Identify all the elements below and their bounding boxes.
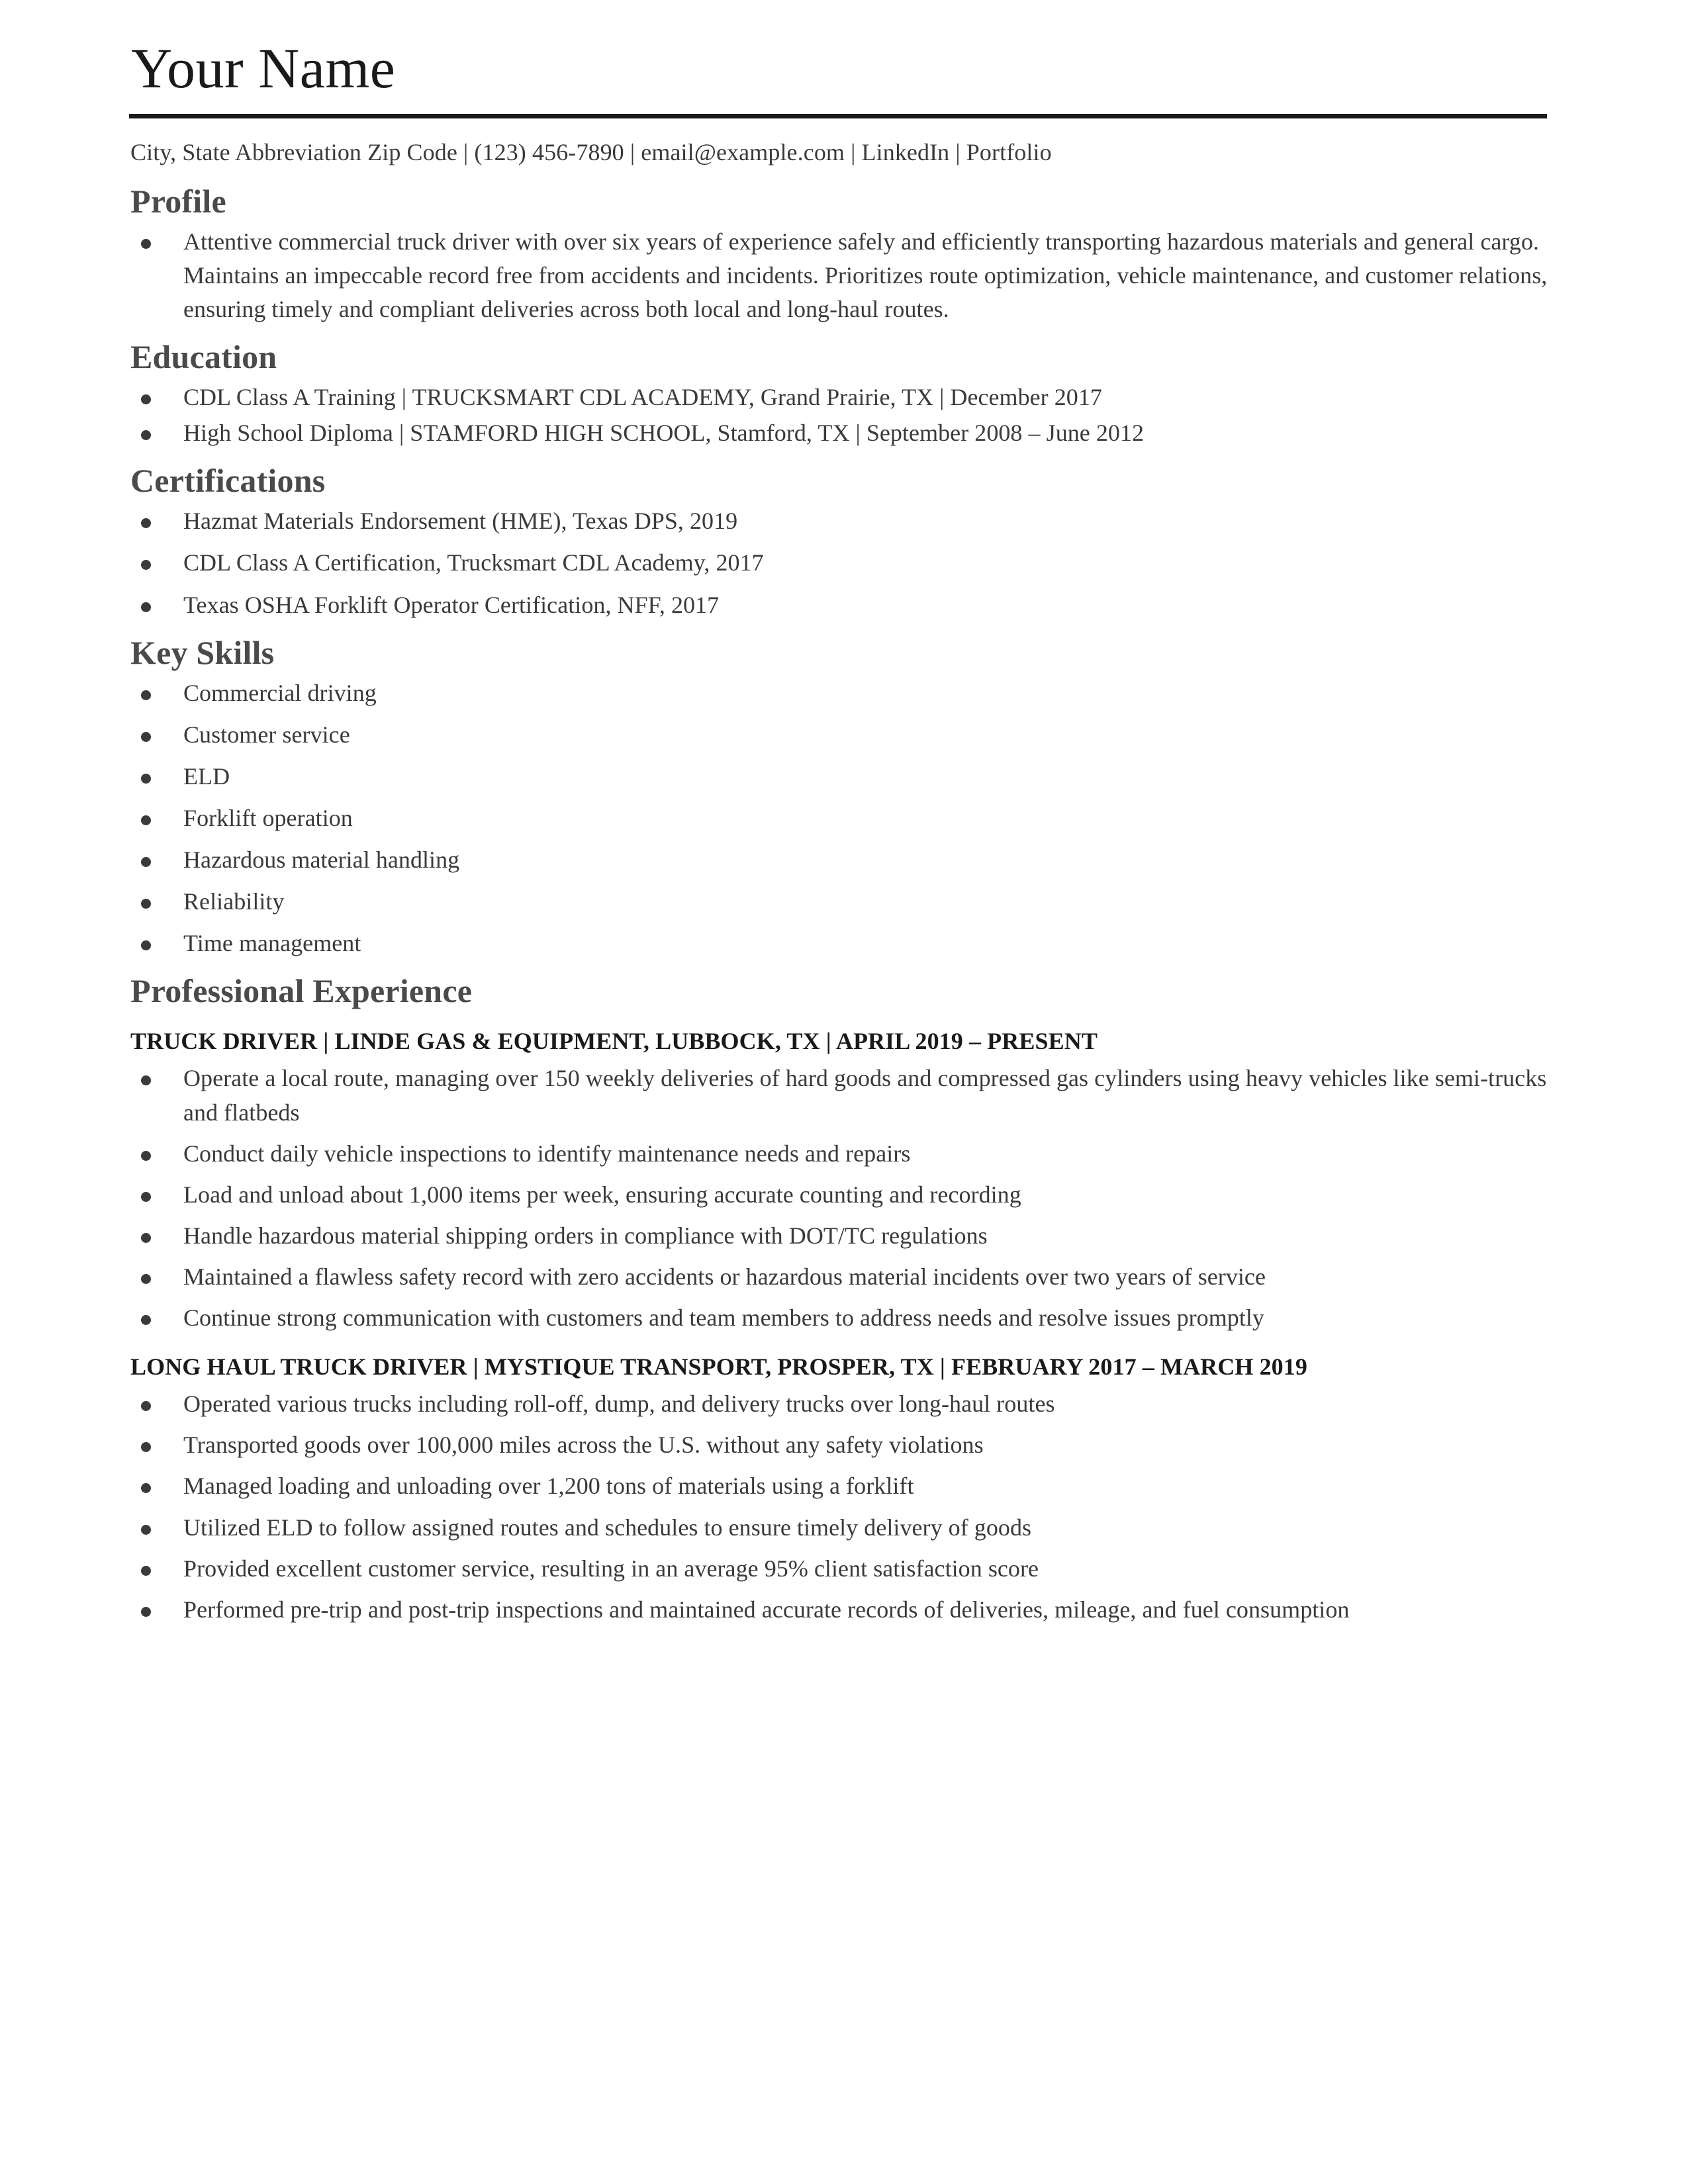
- list-item: Customer service: [129, 718, 1549, 752]
- job-heading: LONG HAUL TRUCK DRIVER | MYSTIQUE TRANSP…: [130, 1353, 1307, 1381]
- list-item: Attentive commercial truck driver with o…: [129, 225, 1549, 326]
- list-item: Managed loading and unloading over 1,200…: [129, 1469, 1549, 1503]
- job-bullets: Operated various trucks including roll-o…: [129, 1387, 1549, 1627]
- list-item: Time management: [129, 927, 1549, 960]
- list-item: Load and unload about 1,000 items per we…: [129, 1178, 1549, 1212]
- experience-entry: TRUCK DRIVER | LINDE GAS & EQUIPMENT, LU…: [129, 1026, 1549, 1335]
- list-item: Hazardous material handling: [129, 843, 1549, 877]
- list-item: Texas OSHA Forklift Operator Certificati…: [129, 588, 1549, 622]
- page-title: Your Name: [131, 36, 396, 100]
- list-item: Provided excellent customer service, res…: [129, 1552, 1549, 1586]
- resume-document: Your Name City, State Abbreviation Zip C…: [0, 0, 1688, 2184]
- section-heading-education: Education: [130, 338, 277, 376]
- list-item: Continue strong communication with custo…: [129, 1301, 1549, 1335]
- list-item: ELD: [129, 760, 1549, 794]
- header-divider: [129, 114, 1547, 118]
- experience-entry: LONG HAUL TRUCK DRIVER | MYSTIQUE TRANSP…: [129, 1352, 1549, 1627]
- list-item: Utilized ELD to follow assigned routes a…: [129, 1511, 1549, 1545]
- certifications-list: Hazmat Materials Endorsement (HME), Texa…: [129, 504, 1549, 621]
- list-item: Operate a local route, managing over 150…: [129, 1062, 1549, 1129]
- list-item: Performed pre-trip and post-trip inspect…: [129, 1593, 1549, 1627]
- list-item: High School Diploma | STAMFORD HIGH SCHO…: [129, 416, 1549, 450]
- job-bullets: Operate a local route, managing over 150…: [129, 1062, 1549, 1335]
- list-item: Transported goods over 100,000 miles acr…: [129, 1428, 1549, 1462]
- list-item: Reliability: [129, 885, 1549, 919]
- section-heading-key-skills: Key Skills: [130, 633, 275, 671]
- key-skills-list: Commercial driving Customer service ELD …: [129, 676, 1549, 961]
- section-heading-professional-experience: Professional Experience: [130, 972, 473, 1010]
- list-item: CDL Class A Certification, Trucksmart CD…: [129, 546, 1549, 580]
- profile-list: Attentive commercial truck driver with o…: [129, 225, 1549, 326]
- list-item: CDL Class A Training | TRUCKSMART CDL AC…: [129, 381, 1549, 414]
- job-heading: TRUCK DRIVER | LINDE GAS & EQUIPMENT, LU…: [130, 1028, 1098, 1055]
- list-item: Handle hazardous material shipping order…: [129, 1219, 1549, 1253]
- list-item: Conduct daily vehicle inspections to ide…: [129, 1137, 1549, 1171]
- list-item: Maintained a flawless safety record with…: [129, 1260, 1549, 1294]
- list-item: Commercial driving: [129, 676, 1549, 710]
- education-list: CDL Class A Training | TRUCKSMART CDL AC…: [129, 381, 1549, 450]
- section-heading-certifications: Certifications: [130, 462, 326, 500]
- section-heading-profile: Profile: [130, 182, 226, 220]
- contact-line: City, State Abbreviation Zip Code | (123…: [130, 139, 1052, 165]
- list-item: Operated various trucks including roll-o…: [129, 1387, 1549, 1421]
- list-item: Hazmat Materials Endorsement (HME), Texa…: [129, 504, 1549, 538]
- list-item: Forklift operation: [129, 801, 1549, 835]
